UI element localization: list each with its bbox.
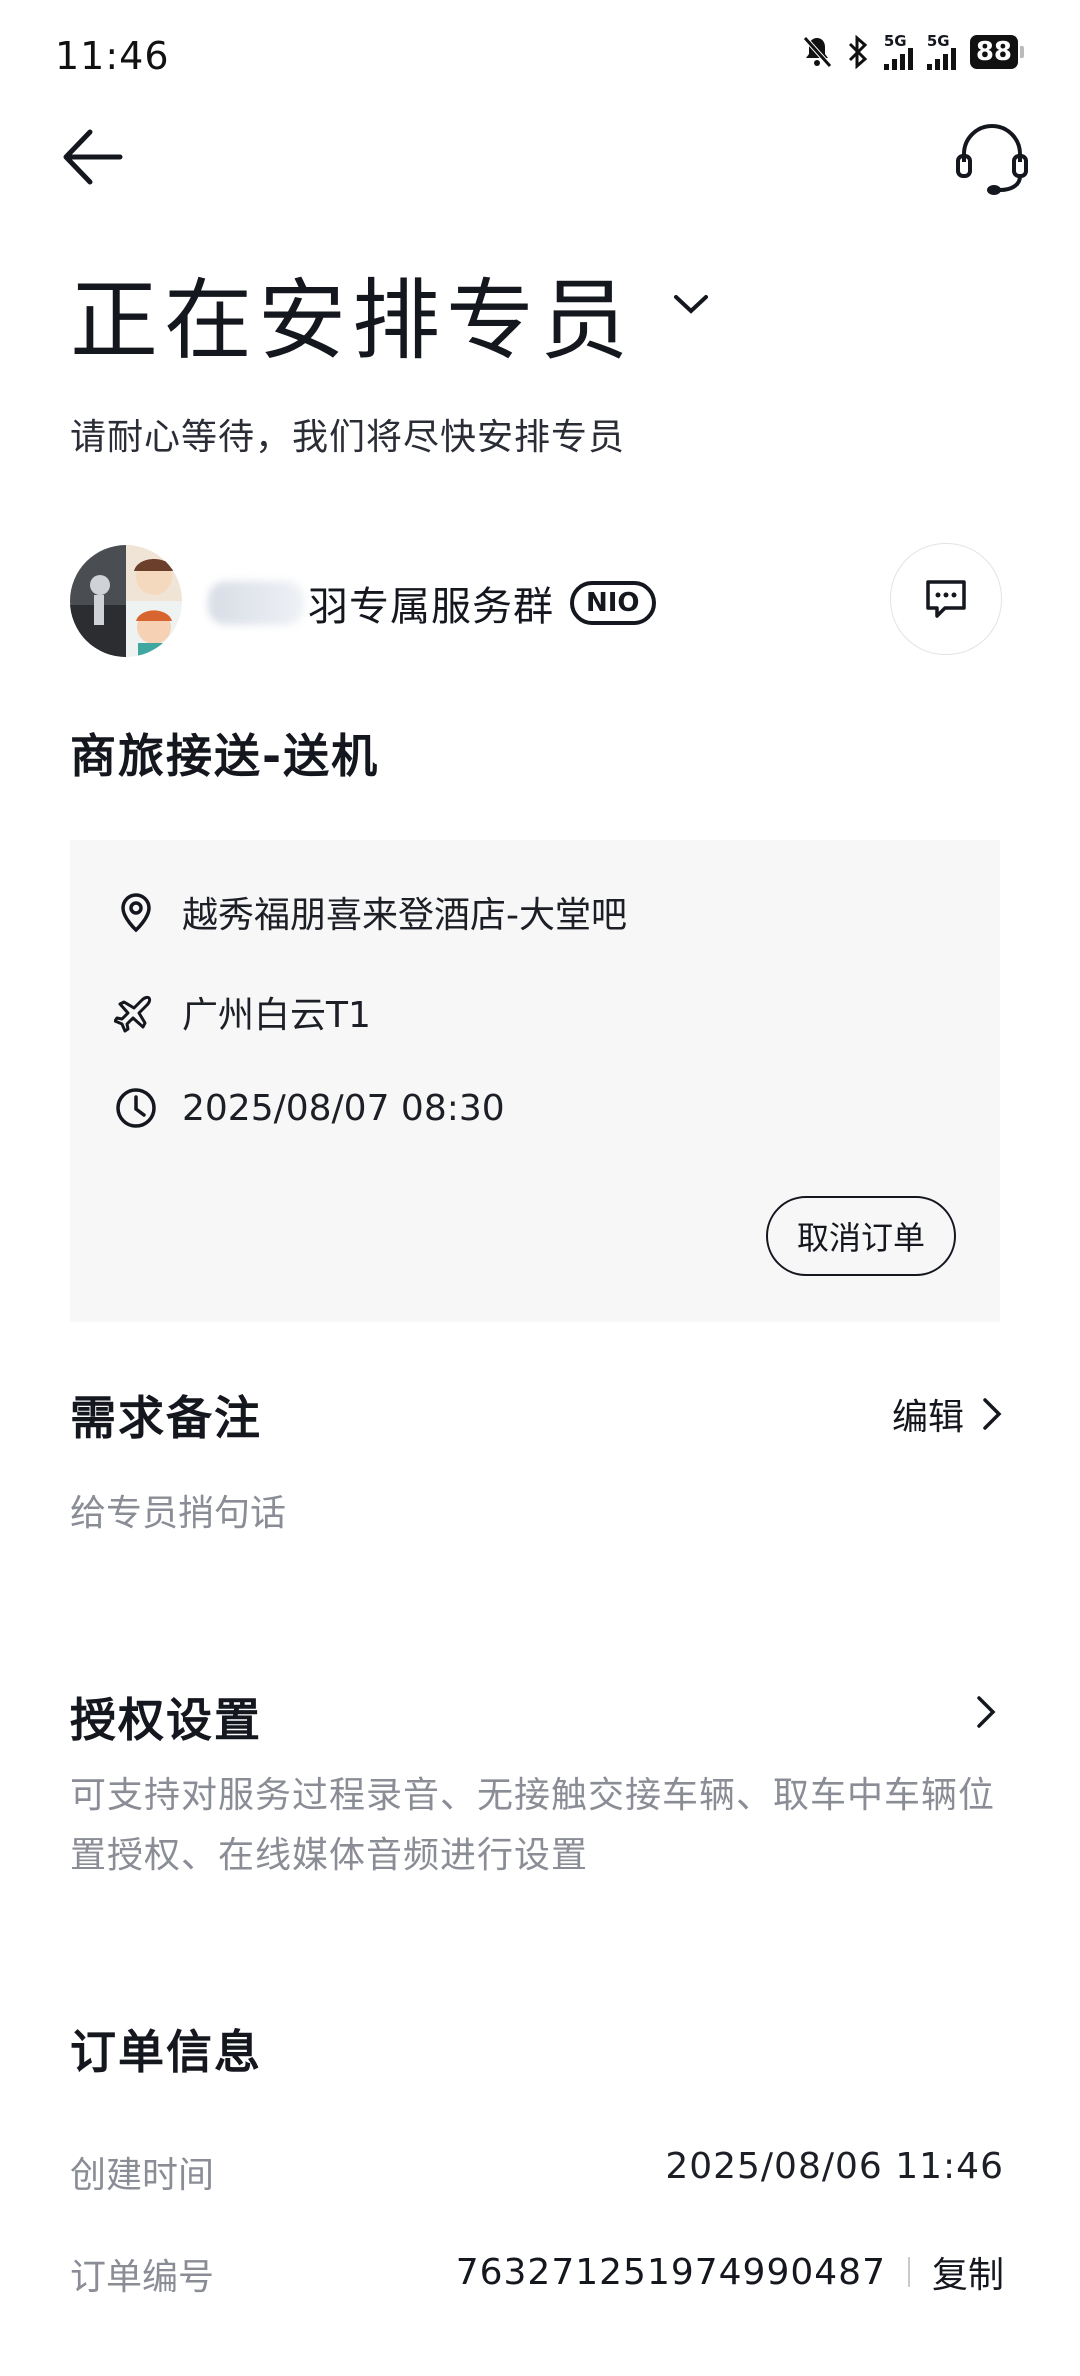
order-number-label: 订单编号 bbox=[70, 2257, 215, 2298]
copy-order-number-button[interactable]: 复制 bbox=[932, 2246, 1004, 2298]
back-button[interactable] bbox=[58, 122, 128, 192]
cancel-order-button[interactable]: 取消订单 bbox=[766, 1196, 956, 1276]
chevron-right-icon bbox=[983, 1398, 1002, 1430]
location-pin-icon bbox=[121, 893, 151, 933]
time-row: 2025/08/07 08:30 bbox=[114, 1086, 505, 1130]
trip-info-card: 越秀福朋喜来登酒店-大堂吧 广州白云T1 2025/08/07 08:30 取消… bbox=[70, 840, 1000, 1322]
edit-notes-button[interactable]: 编辑 bbox=[892, 1388, 1004, 1440]
network-type-1: 5G bbox=[883, 32, 907, 50]
group-avatar[interactable] bbox=[70, 545, 182, 657]
signal-2: 5G bbox=[926, 32, 956, 70]
authorization-title: 授权设置 bbox=[70, 1693, 262, 1747]
pickup-time: 2025/08/07 08:30 bbox=[182, 1087, 505, 1129]
group-name: 羽专属服务群 bbox=[308, 584, 554, 630]
destination: 广州白云T1 bbox=[182, 995, 371, 1036]
chevron-down-icon bbox=[674, 295, 708, 314]
bluetooth-icon bbox=[848, 35, 868, 69]
status-icons: 5G 5G 88 bbox=[802, 34, 1024, 70]
divider bbox=[907, 2257, 910, 2287]
destination-row: 广州白云T1 bbox=[114, 986, 371, 1038]
created-time-value: 2025/08/06 11:46 bbox=[665, 2146, 1004, 2187]
signal-bars-2-icon bbox=[926, 48, 956, 70]
customer-service-button[interactable] bbox=[952, 118, 1032, 198]
title-expand-button[interactable] bbox=[668, 285, 714, 321]
order-info-title: 订单信息 bbox=[70, 2025, 262, 2079]
arrow-left-icon bbox=[63, 129, 123, 185]
edit-label: 编辑 bbox=[891, 1397, 964, 1438]
airplane-icon bbox=[114, 995, 152, 1033]
signal-bars-1-icon bbox=[883, 48, 913, 70]
created-time-label: 创建时间 bbox=[70, 2155, 215, 2196]
order-number-row: 763271251974990487 复制 bbox=[456, 2246, 1004, 2298]
chat-bubble-icon bbox=[926, 580, 966, 618]
page-subtitle: 请耐心等待，我们将尽快安排专员 bbox=[70, 417, 626, 458]
notes-input[interactable]: 给专员捎句话 bbox=[70, 1484, 286, 1536]
order-number-value: 763271251974990487 bbox=[455, 2251, 886, 2293]
authorization-description: 可支持对服务过程录音、无接触交接车辆、取车中车辆位置授权、在线媒体音频进行设置 bbox=[70, 1775, 996, 1876]
battery-level: 88 bbox=[969, 35, 1018, 69]
signal-1: 5G bbox=[883, 32, 913, 70]
network-type-2: 5G bbox=[926, 32, 950, 50]
page-title: 正在安排专员 bbox=[70, 269, 635, 372]
service-type-title: 商旅接送-送机 bbox=[70, 729, 380, 783]
service-group-row[interactable]: 羽专属服务群 NIO bbox=[208, 574, 656, 632]
nio-badge: NIO bbox=[570, 581, 656, 625]
status-time: 11:46 bbox=[55, 34, 170, 78]
chevron-right-icon bbox=[977, 1696, 996, 1728]
headset-icon bbox=[956, 124, 1028, 195]
notes-title: 需求备注 bbox=[70, 1391, 262, 1445]
pickup-location: 越秀福朋喜来登酒店-大堂吧 bbox=[182, 895, 627, 936]
authorization-settings-button[interactable] bbox=[974, 1690, 1004, 1734]
clock-icon bbox=[116, 1088, 156, 1128]
mute-bell-icon bbox=[802, 36, 832, 68]
pickup-row: 越秀福朋喜来登酒店-大堂吧 bbox=[114, 886, 627, 938]
battery-tip bbox=[1020, 46, 1024, 58]
blurred-name-prefix bbox=[208, 581, 304, 625]
group-chat-button[interactable] bbox=[890, 543, 1002, 655]
